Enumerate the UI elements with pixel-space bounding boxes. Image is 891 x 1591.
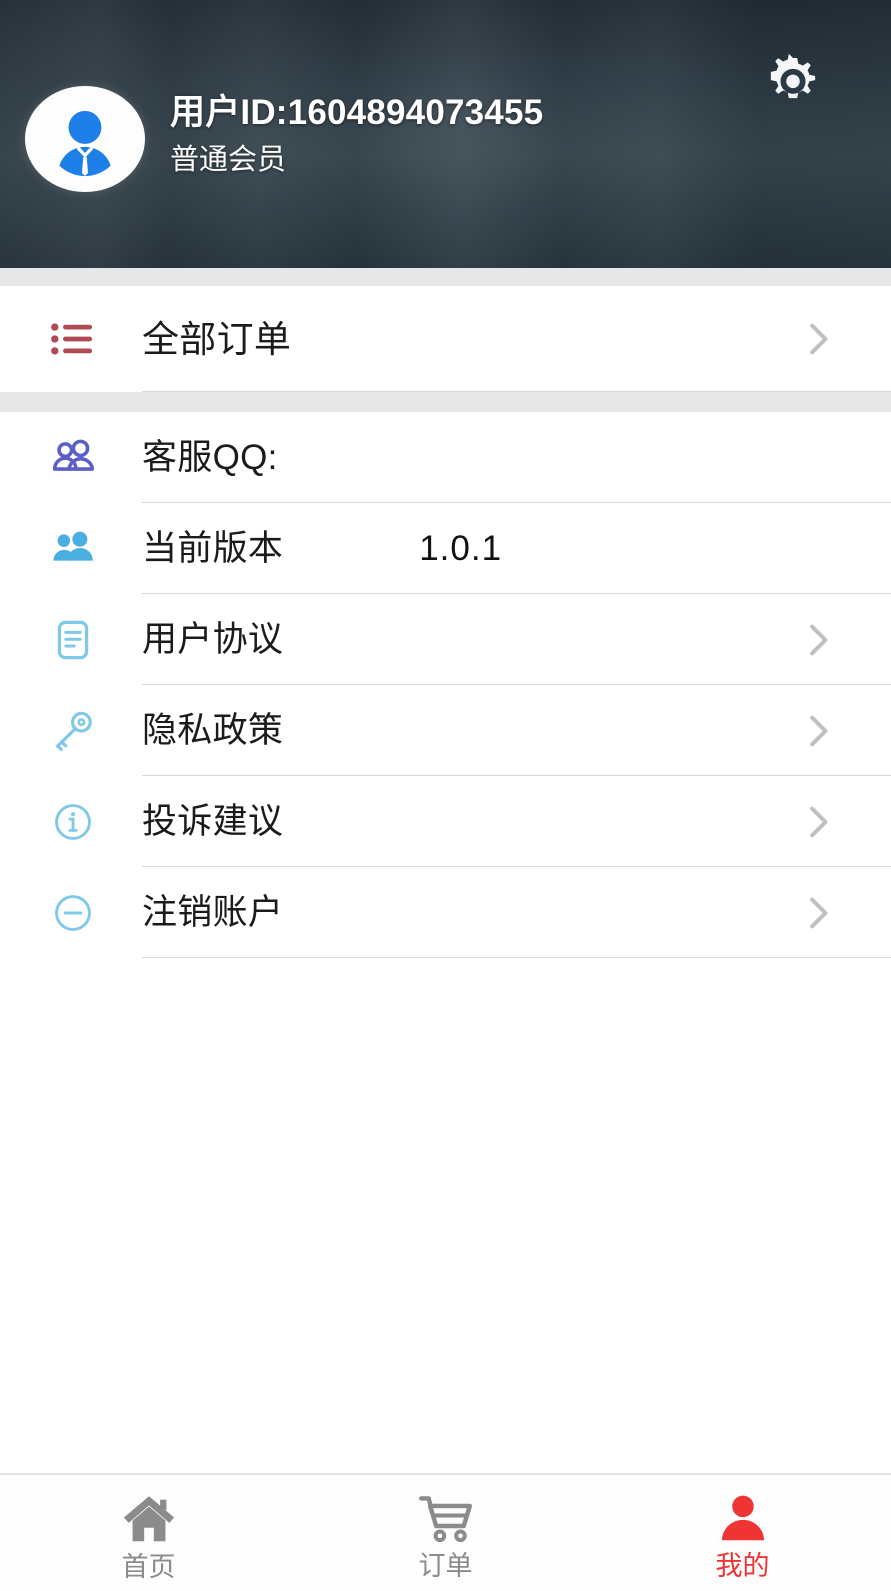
app-screen: 用户ID:1604894073455 普通会员 全部订单 客服QQ: 当前版本 … — [0, 0, 891, 1591]
menu-item-delete-account[interactable]: 注销账户 — [0, 867, 891, 958]
menu-item-body: 投诉建议 — [142, 776, 891, 867]
chevron-right-icon — [797, 685, 839, 776]
avatar[interactable] — [25, 86, 145, 192]
tab-home[interactable]: 首页 — [0, 1475, 297, 1591]
menu-icon-wrap — [40, 890, 106, 936]
orders-group: 全部订单 — [0, 286, 891, 392]
tab-mine[interactable]: 我的 — [594, 1475, 891, 1591]
profile-header: 用户ID:1604894073455 普通会员 — [0, 0, 891, 268]
menu-item-body: 用户协议 — [142, 594, 891, 685]
menu-icon-wrap — [40, 524, 106, 574]
section-gap-middle — [0, 392, 891, 412]
menu-icon-wrap — [40, 616, 106, 664]
key-icon — [56, 711, 92, 751]
version-value: 1.0.1 — [419, 529, 503, 568]
document-icon — [57, 620, 89, 659]
menu-item-label: 当前版本 — [142, 529, 284, 568]
menu-item-body: 注销账户 — [142, 867, 891, 958]
home-icon — [123, 1495, 174, 1541]
menu-icon-wrap — [40, 799, 106, 845]
menu-icon-wrap — [40, 313, 106, 365]
tab-label: 订单 — [418, 1550, 473, 1581]
user-info-block: 用户ID:1604894073455 普通会员 — [170, 92, 543, 177]
person-icon — [721, 1495, 764, 1540]
tab-label: 我的 — [715, 1550, 770, 1581]
menu-item-label: 隐私政策 — [142, 711, 284, 750]
menu-item-label: 注销账户 — [142, 893, 284, 932]
menu-icon-wrap — [40, 433, 106, 483]
menu-item-body: 当前版本 1.0.1 — [142, 503, 891, 594]
chevron-right-icon — [797, 594, 839, 685]
menu-item-privacy-policy[interactable]: 隐私政策 — [0, 685, 891, 776]
member-level-text: 普通会员 — [170, 143, 287, 176]
settings-group: 客服QQ: 当前版本 1.0.1 用户协议 隐私政策 投诉建议 注销账户 — [0, 412, 891, 958]
menu-item-complaints-suggestions[interactable]: 投诉建议 — [0, 776, 891, 867]
minus-circle-icon — [55, 894, 91, 931]
menu-item-label: 用户协议 — [142, 620, 284, 659]
menu-item-user-agreement[interactable]: 用户协议 — [0, 594, 891, 685]
menu-item-body: 全部订单 — [142, 286, 891, 392]
user-avatar-icon — [59, 110, 111, 177]
menu-item-body: 隐私政策 — [142, 685, 891, 776]
bottom-navigation: 首页 订单 我的 — [0, 1473, 891, 1591]
cart-icon — [418, 1495, 472, 1542]
chevron-right-icon — [797, 776, 839, 867]
menu-item-all-orders[interactable]: 全部订单 — [0, 286, 891, 392]
menu-item-label: 客服QQ: — [142, 438, 278, 477]
menu-item-customer-service-qq[interactable]: 客服QQ: — [0, 412, 891, 503]
menu-item-label: 投诉建议 — [142, 802, 284, 841]
people-filled-icon — [53, 531, 93, 561]
content-filler — [0, 958, 891, 1473]
people-outline-icon — [52, 439, 94, 471]
gear-icon — [770, 53, 816, 99]
chevron-right-icon — [797, 867, 839, 958]
settings-button[interactable] — [757, 50, 829, 122]
menu-icon-wrap — [40, 707, 106, 755]
chevron-right-icon — [797, 286, 839, 392]
menu-item-current-version[interactable]: 当前版本 1.0.1 — [0, 503, 891, 594]
info-circle-icon — [55, 803, 91, 840]
menu-item-label: 全部订单 — [142, 318, 292, 360]
menu-item-body: 客服QQ: — [142, 412, 891, 503]
tab-label: 首页 — [121, 1551, 176, 1582]
list-icon — [51, 323, 93, 355]
section-gap-top — [0, 268, 891, 286]
tab-orders[interactable]: 订单 — [297, 1475, 594, 1591]
user-id-text: 用户ID:1604894073455 — [170, 93, 544, 132]
